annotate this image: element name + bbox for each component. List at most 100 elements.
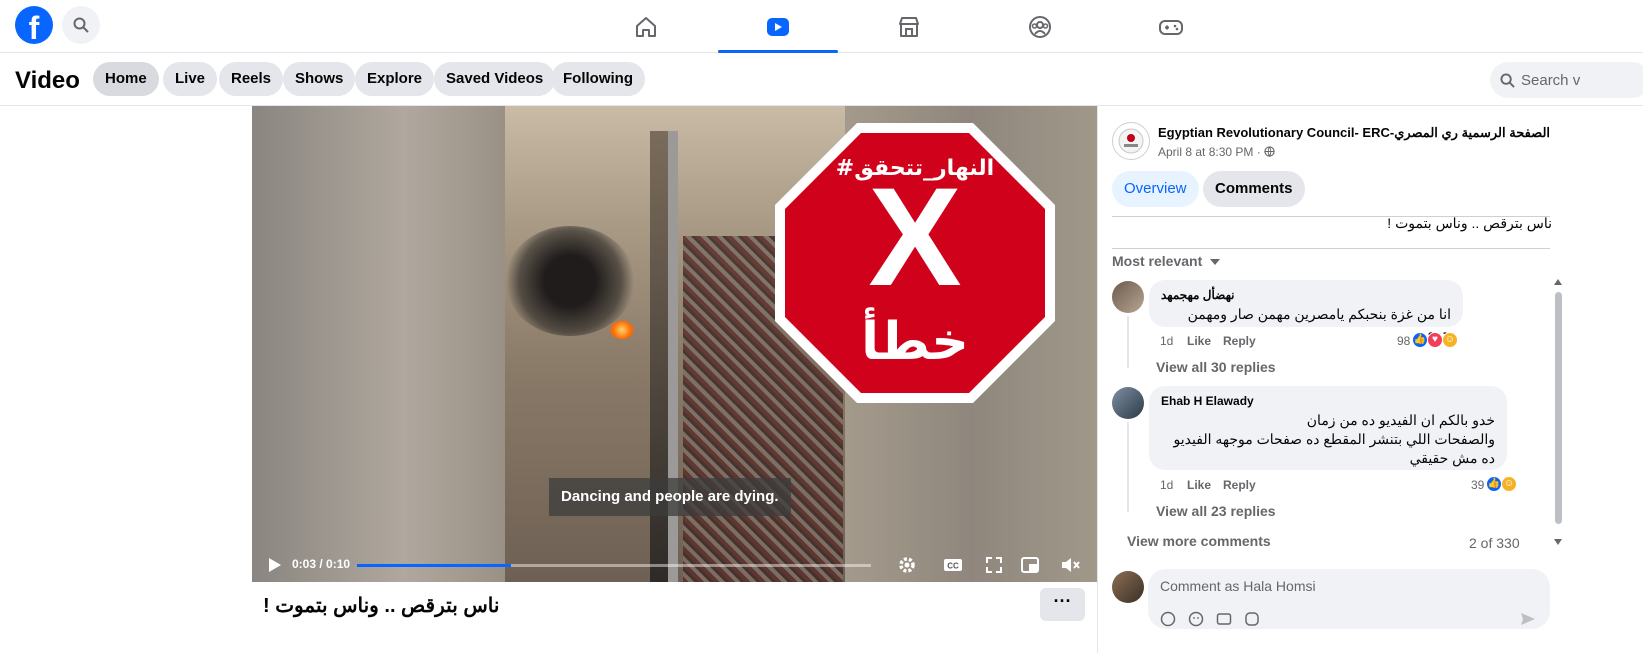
post-date-text: April 8 at 8:30 PM · (1158, 145, 1265, 159)
video-player[interactable]: #النهار_تتحقق X خطأ Dancing and people a… (252, 106, 1097, 582)
logo-letter: f (28, 10, 40, 44)
nav-tab-marketplace[interactable] (849, 0, 969, 53)
false-stop-sign-overlay: #النهار_تتحقق X خطأ (775, 123, 1055, 403)
search-placeholder: Search v (1521, 71, 1581, 89)
comment-input[interactable]: Comment as Hala Homsi (1148, 569, 1550, 629)
comment-tools (1160, 611, 1260, 627)
like-reaction-icon: 👍 (1486, 476, 1502, 492)
nav-tab-groups[interactable] (980, 0, 1100, 53)
video-title: ناس بترقص .. وناس بتموت ! (263, 595, 500, 617)
send-icon[interactable] (1520, 611, 1536, 627)
svg-text:CC: CC (947, 562, 959, 571)
search-icon (73, 17, 89, 33)
comment-author[interactable]: Ehab H Elawady (1161, 394, 1495, 408)
fire (610, 321, 634, 339)
view-replies-link[interactable]: View all 30 replies (1156, 359, 1276, 375)
comment-age[interactable]: 1d (1160, 478, 1173, 492)
comment-pager: 2 of 330 (1469, 535, 1520, 551)
scrollbar-thumb[interactable] (1555, 292, 1562, 524)
view-replies-link[interactable]: View all 23 replies (1156, 503, 1276, 519)
closed-captions-icon[interactable]: CC (943, 555, 963, 575)
nav-tab-gaming[interactable] (1111, 0, 1231, 53)
video-progress-bar[interactable] (357, 564, 871, 567)
sort-label: Most relevant (1112, 253, 1203, 269)
commenter-avatar[interactable] (1112, 387, 1144, 419)
like-button[interactable]: Like (1187, 334, 1211, 348)
thread-line (1127, 422, 1129, 512)
commenter-avatar[interactable] (1112, 281, 1144, 313)
comment-author[interactable]: نهضأل مهجمهد (1161, 288, 1451, 302)
care-reaction-icon: ☺ (1442, 332, 1458, 348)
scroll-up-icon[interactable] (1553, 278, 1563, 286)
video-icon (767, 17, 789, 36)
emoji-icon[interactable] (1188, 611, 1204, 627)
comments-scrollbar[interactable] (1553, 278, 1563, 548)
erc-logo-icon (1118, 128, 1144, 154)
groups-icon (1029, 15, 1051, 38)
haha-reaction-icon: ☺ (1501, 476, 1517, 492)
chevron-down-icon (1210, 259, 1221, 265)
gif-icon[interactable] (1216, 611, 1232, 627)
comment-age[interactable]: 1d (1160, 334, 1173, 348)
tab-explore[interactable]: Explore (355, 62, 435, 96)
reply-button[interactable]: Reply (1223, 334, 1256, 348)
video-caption: Dancing and people are dying. (549, 478, 791, 516)
search-button[interactable] (62, 6, 100, 44)
view-more-comments-link[interactable]: View more comments (1127, 533, 1271, 549)
tab-shows[interactable]: Shows (283, 62, 356, 96)
love-reaction-icon: ♥ (1427, 332, 1443, 348)
tab-comments[interactable]: Comments (1203, 171, 1305, 207)
post-text: ناس بترقص .. وناس بتموت ! (1387, 215, 1552, 231)
post-timestamp[interactable]: April 8 at 8:30 PM · (1158, 145, 1275, 159)
settings-gear-icon[interactable] (897, 555, 917, 575)
reaction-count[interactable]: 39 (1471, 478, 1484, 492)
miniplayer-icon[interactable] (1020, 555, 1040, 575)
comment-text-line-3: ده مش حقيقي (1409, 450, 1495, 466)
video-search-input[interactable]: Search v (1490, 62, 1643, 98)
tab-live[interactable]: Live (163, 62, 218, 96)
comment-sort-dropdown[interactable]: Most relevant (1112, 253, 1221, 269)
video-controls: 0:03 / 0:10 CC (252, 547, 1097, 582)
reaction-count[interactable]: 98 (1397, 334, 1410, 348)
comment-text-line-2: والصفحات اللي بتنشر المقطع ده صفحات موجه… (1173, 431, 1495, 447)
video-blur-left (252, 106, 505, 582)
facebook-logo[interactable]: f (15, 6, 53, 44)
tab-home[interactable]: Home (93, 62, 159, 96)
nav-tab-home[interactable] (586, 0, 706, 53)
tab-following[interactable]: Following (551, 62, 645, 96)
home-icon (636, 16, 656, 37)
panel-divider (1097, 106, 1098, 653)
tab-saved-videos[interactable]: Saved Videos (434, 62, 556, 96)
comment-text-line-1: خدو بالكم ان الفيديو ده من زمان (1306, 412, 1495, 428)
smoke (505, 226, 635, 336)
fullscreen-icon[interactable] (984, 555, 1004, 575)
overlay-x-mark: X (868, 158, 961, 315)
comment-bubble: Ehab H Elawady خدو بالكم ان الفيديو ده م… (1149, 386, 1507, 470)
page-avatar[interactable] (1112, 122, 1150, 160)
gaming-icon (1159, 19, 1183, 35)
more-options-button[interactable]: ··· (1040, 588, 1085, 621)
reply-button[interactable]: Reply (1223, 478, 1256, 492)
sticker-icon[interactable] (1244, 611, 1260, 627)
page-title: Video (15, 67, 80, 94)
nav-tab-video[interactable] (718, 0, 838, 53)
search-icon (1500, 72, 1515, 88)
current-user-avatar[interactable] (1112, 571, 1144, 603)
page-name-link[interactable]: Egyptian Revolutionary Council- ERC-الصف… (1158, 125, 1550, 141)
like-reaction-icon: 👍 (1412, 332, 1428, 348)
volume-muted-icon[interactable] (1060, 555, 1080, 575)
thread-line (1127, 316, 1129, 368)
video-progress-fill (357, 564, 512, 567)
globe-icon (1264, 146, 1275, 157)
top-navigation-bar: f (0, 0, 1643, 53)
like-button[interactable]: Like (1187, 478, 1211, 492)
comment-bubble: نهضأل مهجمهد انا من غزة بنحبكم يامصرين م… (1149, 280, 1463, 341)
scroll-down-icon[interactable] (1553, 538, 1563, 546)
overlay-false-word: خطأ (861, 307, 969, 372)
tab-reels[interactable]: Reels (219, 62, 284, 96)
avatar-sticker-icon[interactable] (1160, 611, 1176, 627)
play-icon[interactable] (264, 555, 284, 575)
video-subnav: Video Home Live Reels Shows Explore Save… (0, 53, 1643, 106)
marketplace-icon (899, 16, 919, 37)
tab-overview[interactable]: Overview (1112, 171, 1199, 207)
